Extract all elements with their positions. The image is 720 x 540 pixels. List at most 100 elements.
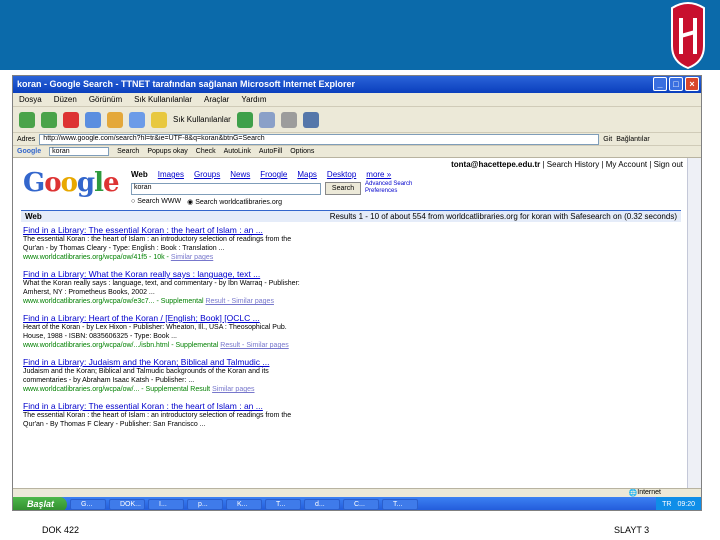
menu-edit[interactable]: Düzen: [54, 95, 77, 104]
result-snippet: Qur'an - By Thomas F Cleary - Publisher:…: [23, 421, 206, 428]
result-snippet: The essential Koran : the heart of Islam…: [23, 236, 292, 243]
result-title-link[interactable]: Find in a Library: Judaism and the Koran…: [23, 357, 583, 367]
similar-pages-link[interactable]: Similar pages: [212, 386, 254, 393]
system-tray: TR 09:20: [656, 497, 701, 510]
mail-icon[interactable]: [258, 111, 275, 128]
page-content: tonta@hacettepe.edu.tr | Search History …: [13, 158, 689, 488]
google-logo[interactable]: Google: [23, 168, 120, 198]
menu-file[interactable]: Dosya: [19, 95, 42, 104]
tab-desktop[interactable]: Desktop: [327, 170, 356, 179]
search-scope-radios: ○ Search WWW ◉ Search worldcatlibraries.…: [131, 198, 282, 206]
google-toolbar-search-input[interactable]: koran: [49, 147, 110, 156]
taskbar-button[interactable]: C...: [343, 499, 379, 510]
footer-course-code: DOK 422: [42, 525, 80, 535]
refresh-icon[interactable]: [85, 111, 101, 128]
search-input[interactable]: koran: [131, 183, 321, 195]
tab-maps[interactable]: Maps: [297, 170, 317, 179]
tab-images[interactable]: Images: [158, 170, 184, 179]
back-icon[interactable]: [19, 111, 35, 128]
print-icon[interactable]: [280, 111, 297, 128]
taskbar-button[interactable]: DOK...: [109, 499, 145, 510]
forward-icon[interactable]: [41, 111, 57, 128]
maximize-button[interactable]: □: [669, 77, 683, 91]
taskbar-button[interactable]: T...: [382, 499, 418, 510]
menu-tools[interactable]: Araçlar: [204, 95, 229, 104]
popups-okay-label[interactable]: Popups okay: [147, 148, 187, 155]
close-button[interactable]: ×: [685, 77, 699, 91]
favorites-star-icon[interactable]: [151, 111, 167, 128]
address-bar: Adres http://www.google.com/search?hl=tr…: [13, 133, 701, 146]
taskbar-button[interactable]: K...: [226, 499, 262, 510]
result-url: www.worldcatlibraries.org/wcpa/ow/.../is…: [23, 342, 289, 349]
browser-toolbar: Sık Kullanılanlar: [13, 107, 701, 133]
language-indicator[interactable]: TR: [662, 497, 671, 510]
taskbar-button[interactable]: G...: [70, 499, 106, 510]
google-toolbar-logo[interactable]: Google: [17, 148, 41, 155]
start-button[interactable]: Başlat: [13, 497, 67, 510]
google-toolbar-search-button[interactable]: Search: [117, 148, 139, 155]
result-title-link[interactable]: Find in a Library: Heart of the Koran / …: [23, 313, 583, 323]
hacettepe-logo: [671, 2, 705, 70]
favorites-label[interactable]: Sık Kullanılanlar: [173, 115, 231, 124]
radio-search-www[interactable]: ○ Search WWW: [131, 198, 181, 206]
similar-pages-link[interactable]: Similar pages: [171, 254, 213, 261]
vertical-scrollbar[interactable]: [687, 158, 701, 488]
globe-icon: 🌐: [628, 490, 638, 497]
autofill-button[interactable]: AutoFill: [259, 148, 282, 155]
tab-groups[interactable]: Groups: [194, 170, 220, 179]
autolink-button[interactable]: AutoLink: [224, 148, 251, 155]
window-titlebar: koran - Google Search - TTNET tarafından…: [13, 76, 701, 93]
address-label: Adres: [17, 135, 36, 143]
similar-pages-link[interactable]: Result - Similar pages: [205, 298, 273, 305]
result-item: Find in a Library: The essential Koran :…: [23, 401, 583, 429]
screenshot-window: koran - Google Search - TTNET tarafından…: [12, 75, 702, 511]
result-title-link[interactable]: Find in a Library: The essential Koran :…: [23, 225, 583, 235]
tab-more[interactable]: more »: [366, 170, 391, 179]
menu-favorites[interactable]: Sık Kullanılanlar: [134, 95, 192, 104]
taskbar-button[interactable]: I...: [148, 499, 184, 510]
stop-icon[interactable]: [63, 111, 79, 128]
minimize-button[interactable]: _: [653, 77, 667, 91]
preferences-link[interactable]: Preferences: [365, 188, 412, 195]
status-bar: 🌐 Internet: [13, 488, 701, 497]
results-list: Find in a Library: The essential Koran :…: [23, 225, 583, 436]
taskbar-button[interactable]: d...: [304, 499, 340, 510]
search-button[interactable]: Search: [325, 182, 361, 195]
go-button[interactable]: Git: [603, 136, 612, 143]
menu-help[interactable]: Yardım: [241, 95, 266, 104]
menu-view[interactable]: Görünüm: [89, 95, 122, 104]
similar-pages-link[interactable]: Result - Similar pages: [220, 342, 288, 349]
result-snippet: Qur'an - by Thomas Cleary - Type: Englis…: [23, 245, 225, 252]
history-icon[interactable]: [236, 111, 253, 128]
tab-web[interactable]: Web: [131, 170, 148, 179]
home-icon[interactable]: [107, 111, 123, 128]
menubar: Dosya Düzen Görünüm Sık Kullanılanlar Ar…: [13, 93, 701, 107]
user-email: tonta@hacettepe.edu.tr: [451, 160, 541, 169]
radio-search-worldcat[interactable]: ◉ Search worldcatlibraries.org: [187, 198, 282, 206]
user-links[interactable]: | Search History | My Account | Sign out: [542, 160, 683, 169]
result-snippet: commentaries - by Abraham Isaac Katsh - …: [23, 377, 195, 384]
advanced-links: Advanced Search Preferences: [365, 181, 412, 195]
result-title-link[interactable]: Find in a Library: The essential Koran :…: [23, 401, 583, 411]
links-label[interactable]: Bağlantılar: [616, 136, 649, 143]
taskbar-button[interactable]: p...: [187, 499, 223, 510]
tab-news[interactable]: News: [230, 170, 250, 179]
address-input[interactable]: http://www.google.com/search?hl=tr&ie=UT…: [39, 133, 600, 145]
result-snippet: What the Koran really says : language, t…: [23, 280, 300, 287]
edit-icon[interactable]: [302, 111, 319, 128]
advanced-search-link[interactable]: Advanced Search: [365, 181, 412, 188]
result-url: www.worldcatlibraries.org/wcpa/ow/41f5 -…: [23, 254, 214, 261]
slide-header-band: [0, 0, 720, 70]
check-button[interactable]: Check: [196, 148, 216, 155]
result-snippet: House, 1988 - ISBN: 0835606325 - Type: B…: [23, 333, 177, 340]
taskbar-button[interactable]: T...: [265, 499, 301, 510]
result-snippet: Amherst, NY : Prometheus Books, 2002 ...: [23, 289, 155, 296]
result-item: Find in a Library: Heart of the Koran / …: [23, 313, 583, 350]
options-button[interactable]: Options: [290, 148, 314, 155]
result-title-link[interactable]: Find in a Library: What the Koran really…: [23, 269, 583, 279]
clock: 09:20: [677, 501, 695, 508]
footer-slide-number: SLAYT 3: [614, 525, 650, 535]
search-icon[interactable]: [129, 111, 145, 128]
result-snippet: The essential Koran : the heart of Islam…: [23, 412, 292, 419]
tab-froogle[interactable]: Froogle: [260, 170, 287, 179]
